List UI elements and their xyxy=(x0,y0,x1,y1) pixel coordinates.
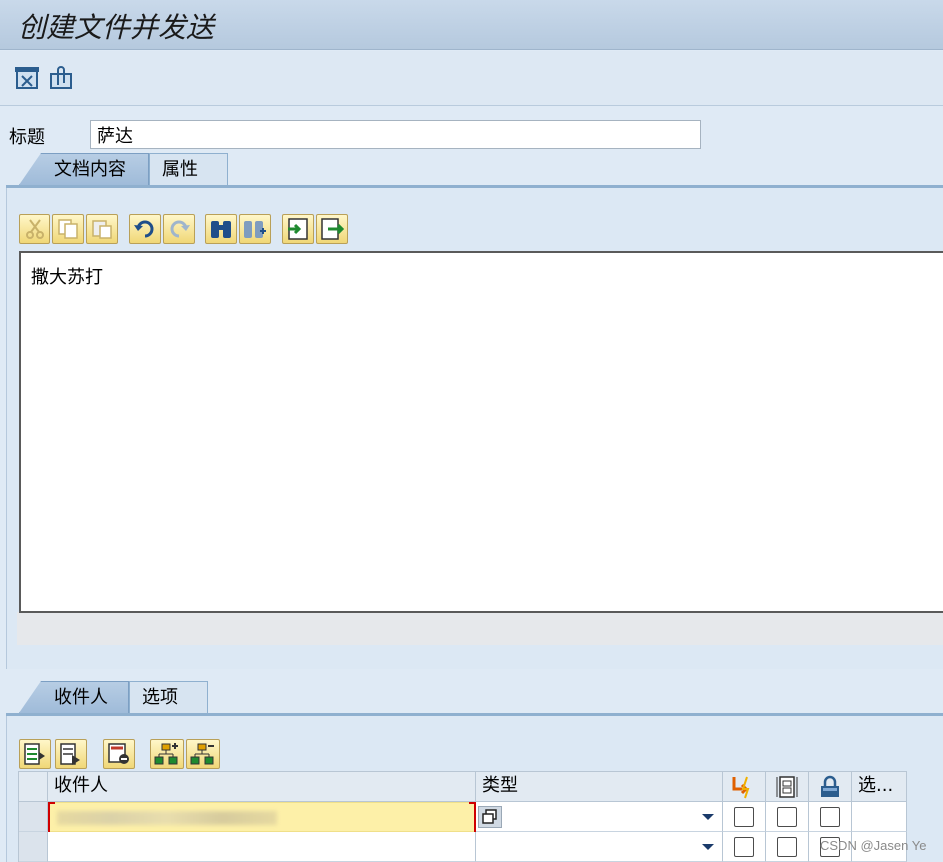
import-button[interactable] xyxy=(282,214,314,244)
attachment-icon[interactable] xyxy=(48,65,74,91)
focus-bracket-left xyxy=(48,802,55,834)
delete-row-icon xyxy=(108,743,129,764)
tab-options[interactable]: 选项 xyxy=(129,681,208,713)
tab-label: 属性 xyxy=(162,159,198,180)
copy-checkbox-cell xyxy=(766,832,809,862)
value-help-icon xyxy=(482,809,497,824)
tab-attributes[interactable]: 属性 xyxy=(149,153,228,185)
subject-label: 标题 xyxy=(9,127,45,148)
options-cell[interactable] xyxy=(852,802,907,832)
copy-checkbox[interactable] xyxy=(777,837,797,857)
document-text-editor[interactable]: 撒大苏打 xyxy=(19,251,943,613)
append-row-button[interactable] xyxy=(55,739,87,769)
redacted-recipient xyxy=(57,811,277,825)
column-header-recipient[interactable]: 收件人 xyxy=(48,772,476,802)
tab-label: 选项 xyxy=(142,687,178,708)
cut-icon xyxy=(25,219,44,239)
redo-button[interactable] xyxy=(163,214,195,244)
find-icon xyxy=(211,221,231,238)
column-header-express[interactable] xyxy=(723,772,766,802)
copy-icon xyxy=(776,776,798,798)
page-title: 创建文件并发送 xyxy=(18,11,215,44)
undo-icon xyxy=(134,220,154,238)
expand-list-icon xyxy=(190,743,214,765)
find-button[interactable] xyxy=(205,214,237,244)
row-selector[interactable] xyxy=(19,802,48,832)
copy-checkbox-cell xyxy=(766,802,809,832)
express-checkbox[interactable] xyxy=(734,807,754,827)
export-icon xyxy=(321,218,344,240)
value-help-button[interactable] xyxy=(478,806,502,828)
title-bar: 创建文件并发送 xyxy=(0,0,943,50)
tab-document-content[interactable]: 文档内容 xyxy=(19,153,149,185)
app-toolbar xyxy=(0,51,943,106)
express-checkbox-cell xyxy=(723,802,766,832)
add-distribution-list-icon xyxy=(154,743,178,765)
insert-row-icon xyxy=(24,743,45,765)
row-selector-header[interactable] xyxy=(19,772,48,802)
insert-row-button[interactable] xyxy=(19,739,51,769)
tab-label: 收件人 xyxy=(54,687,108,708)
chevron-down-icon[interactable] xyxy=(702,814,714,820)
watermark: CSDN @Jasen Ye xyxy=(820,838,927,853)
copy-icon xyxy=(58,219,78,239)
tab-recipients[interactable]: 收件人 xyxy=(19,681,129,713)
recipient-input[interactable] xyxy=(48,802,476,834)
blind-copy-checkbox-cell xyxy=(809,802,852,832)
column-header-copy[interactable] xyxy=(766,772,809,802)
append-row-icon xyxy=(60,743,80,765)
copy-checkbox[interactable] xyxy=(777,807,797,827)
type-select[interactable] xyxy=(476,802,723,832)
lock-icon xyxy=(821,775,839,797)
column-header-options[interactable]: 选... xyxy=(852,772,907,802)
type-select[interactable] xyxy=(476,832,723,862)
add-distribution-list-button[interactable] xyxy=(150,739,184,769)
paste-button[interactable] xyxy=(86,214,118,244)
row-selector[interactable] xyxy=(19,832,48,862)
undo-button[interactable] xyxy=(129,214,161,244)
blind-copy-checkbox[interactable] xyxy=(820,807,840,827)
express-checkbox-cell xyxy=(723,832,766,862)
chevron-down-icon[interactable] xyxy=(702,844,714,850)
column-header-blind-copy[interactable] xyxy=(809,772,852,802)
focus-bracket-right xyxy=(469,802,476,834)
paste-icon xyxy=(92,220,112,239)
find-next-icon xyxy=(244,221,266,238)
expand-list-button[interactable] xyxy=(186,739,220,769)
export-button[interactable] xyxy=(316,214,348,244)
column-header-type[interactable]: 类型 xyxy=(476,772,723,802)
subject-input[interactable] xyxy=(90,120,701,149)
copy-button[interactable] xyxy=(52,214,84,244)
editor-status-strip xyxy=(17,612,943,645)
tab-label: 文档内容 xyxy=(54,159,126,180)
delete-row-button[interactable] xyxy=(103,739,135,769)
redo-icon xyxy=(170,220,190,238)
import-icon xyxy=(288,218,308,240)
recipient-input[interactable] xyxy=(48,832,476,862)
express-icon xyxy=(732,776,750,799)
find-next-button[interactable] xyxy=(239,214,271,244)
express-checkbox[interactable] xyxy=(734,837,754,857)
document-properties-icon[interactable] xyxy=(14,65,40,91)
cut-button[interactable] xyxy=(19,214,50,244)
